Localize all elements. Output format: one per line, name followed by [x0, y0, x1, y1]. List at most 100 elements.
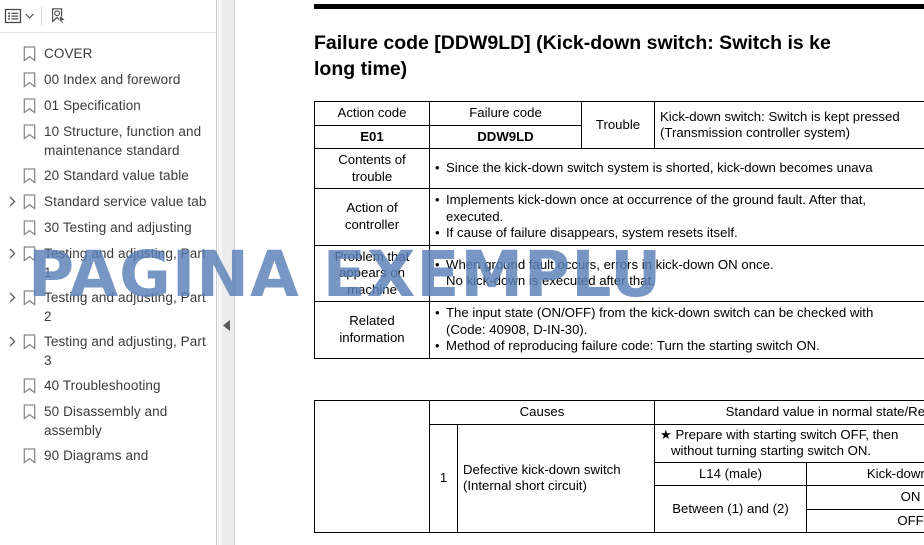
bookmark-item-11[interactable]: 50 Disassembly and assembly [0, 399, 216, 443]
expand-chevron-right-icon[interactable] [4, 288, 20, 303]
failure-code-table: Action code Failure code Trouble Kick-do… [314, 101, 924, 359]
bookmark-item-label: 20 Standard value table [44, 168, 189, 183]
bookmark-pointer-icon [52, 8, 66, 25]
bookmark-icon [20, 166, 38, 186]
header-rule [314, 4, 924, 9]
table-row: Related information • The input state (ON… [314, 301, 924, 359]
page-title: Failure code [DDW9LD] (Kick-down switch:… [314, 30, 924, 82]
bookmarks-sidebar: COVER 00 Index and foreword 01 Specificati… [0, 0, 217, 545]
bullet-dot: • [435, 305, 440, 320]
problem-text-1: When ground fault occurs, errors in kick… [446, 256, 774, 272]
bookmark-item-label: 10 Structure, function and maintenance s… [44, 124, 202, 158]
bookmark-item-label: 90 Diagrams and [44, 448, 149, 463]
bookmark-item-label: 00 Index and foreword [44, 72, 181, 87]
bullet-dot: • [435, 192, 440, 207]
cell-related-information-label: Related information [314, 301, 430, 359]
expand-chevron-right-icon[interactable] [4, 192, 20, 207]
cause-line-2: (Internal short circuit) [463, 478, 587, 494]
bookmark-item-8[interactable]: Testing and adjusting, Part 2 [0, 285, 216, 329]
related-text-1b: (Code: 40908, D-IN-30). [446, 321, 588, 337]
related-text-1a: The input state (ON/OFF) from the kick-d… [446, 305, 874, 320]
page-title-line1: Failure code [DDW9LD] (Kick-down switch:… [314, 32, 831, 54]
cell-problem-text: • When ground fault occurs, errors in kic… [429, 244, 924, 302]
bullet-dot: • [435, 256, 440, 272]
cell-problem-label: Problem that appears on machine [314, 244, 430, 302]
cell-action-code-header: Action code [314, 101, 430, 126]
bookmark-item-6[interactable]: 30 Testing and adjusting [0, 215, 216, 241]
cell-causes-header: Causes [429, 400, 655, 425]
action-text-1b: executed. [446, 208, 504, 224]
find-current-bookmark-button[interactable] [49, 3, 67, 29]
collapse-left-icon [223, 319, 230, 331]
bookmark-item-10[interactable]: 40 Troubleshooting [0, 373, 216, 399]
bookmark-item-label: 40 Troubleshooting [44, 378, 161, 393]
problem-text: When ground fault occurs, errors in kick… [446, 257, 774, 290]
related-text-1: The input state (ON/OFF) from the kick-d… [446, 305, 873, 338]
bookmark-item-0[interactable]: COVER [0, 41, 216, 67]
cell-causes-blank [314, 400, 430, 533]
contents-text: Since the kick-down switch system is sho… [446, 160, 873, 176]
bookmark-item-12[interactable]: 90 Diagrams and [0, 443, 216, 469]
bullet-dot: • [435, 160, 440, 176]
cell-action-of-controller-label: Action of controller [314, 188, 430, 246]
sidebar-toolbar [0, 0, 216, 33]
bookmark-icon [20, 446, 38, 466]
table-row: Contents of trouble • Since the kick-down… [314, 148, 924, 189]
bullet-dot: • [435, 225, 440, 240]
bookmark-icon [20, 44, 38, 64]
bookmark-icon [20, 244, 38, 264]
bookmark-icon [20, 288, 38, 308]
expand-chevron-right-icon[interactable] [4, 332, 20, 347]
cell-related-information-text: • The input state (ON/OFF) from the kick-… [429, 301, 924, 359]
bookmark-item-label: Testing and adjusting, Part 1 [44, 246, 206, 280]
bookmark-item-3[interactable]: 10 Structure, function and maintenance s… [0, 119, 216, 163]
bookmark-icon [20, 332, 38, 352]
document-page: Failure code [DDW9LD] (Kick-down switch:… [236, 0, 924, 545]
causes-table: Causes Standard value in normal state/Re… [314, 400, 924, 533]
cell-preparation-note: ★ Prepare with starting switch OFF, then… [654, 423, 924, 463]
bookmark-item-4[interactable]: 20 Standard value table [0, 163, 216, 189]
cell-contents-of-trouble-text: • Since the kick-down switch system is sh… [429, 148, 924, 189]
bookmark-item-2[interactable]: 01 Specification [0, 93, 216, 119]
trouble-line-2: (Transmission controller system) [660, 125, 851, 140]
table-row: Action code Failure code Trouble Kick-do… [314, 101, 924, 149]
bookmark-item-label: 01 Specification [44, 98, 141, 113]
bookmark-item-label: Testing and adjusting, Part 2 [44, 290, 206, 324]
cell-trouble-header: Trouble [581, 101, 655, 149]
cell-failure-code-header: Failure code [429, 101, 582, 126]
bookmark-item-label: 50 Disassembly and assembly [44, 404, 168, 438]
bookmark-item-7[interactable]: Testing and adjusting, Part 1 [0, 241, 216, 285]
cell-action-of-controller-text: • Implements kick-down once at occurrence… [429, 188, 924, 246]
bookmark-icon [20, 192, 38, 212]
bookmark-item-1[interactable]: 00 Index and foreword [0, 67, 216, 93]
bookmark-options-button[interactable] [4, 3, 22, 29]
table-row: Problem that appears on machine • When gr… [314, 244, 924, 302]
bookmark-icon [20, 96, 38, 116]
sidebar-splitter[interactable] [218, 0, 235, 545]
cell-standard-value-header: Standard value in normal state/Rema [654, 400, 924, 425]
cell-action-code-value: E01 [314, 124, 430, 149]
action-text-1a: Implements kick-down once at occurrence … [446, 192, 867, 207]
bookmark-icon [20, 376, 38, 396]
cell-switch-state-header: Kick-down swit [806, 461, 924, 486]
cell-between-pins: Between (1) and (2) [654, 485, 807, 533]
splitter-track [219, 0, 222, 545]
trouble-line-1: Kick-down switch: Switch is kept pressed [660, 108, 900, 124]
sidebar-collapse-button[interactable] [221, 317, 233, 333]
pdf-viewer-window: COVER 00 Index and foreword 01 Specificati… [0, 0, 924, 545]
bookmark-item-label: COVER [44, 46, 93, 61]
expand-chevron-right-icon[interactable] [4, 244, 20, 259]
cell-switch-state-on: ON [806, 485, 924, 510]
list-options-icon [4, 8, 22, 24]
bookmark-icon [20, 122, 38, 142]
bookmark-item-5[interactable]: Standard service value tab [0, 189, 216, 215]
cell-contents-of-trouble-label: Contents of trouble [314, 148, 430, 189]
cell-trouble-text: Kick-down switch: Switch is kept pressed… [654, 101, 924, 149]
bookmark-item-9[interactable]: Testing and adjusting, Part 3 [0, 329, 216, 373]
chevron-down-icon [24, 13, 34, 19]
bookmark-tree[interactable]: COVER 00 Index and foreword 01 Specificati… [0, 34, 216, 545]
cell-cause-description: Defective kick-down switch (Internal shor… [457, 423, 655, 533]
bookmark-options-chevron-button[interactable] [22, 7, 36, 25]
action-text-1: Implements kick-down once at occurrence … [446, 192, 866, 225]
action-text-2: If cause of failure disappears, system r… [446, 225, 738, 240]
